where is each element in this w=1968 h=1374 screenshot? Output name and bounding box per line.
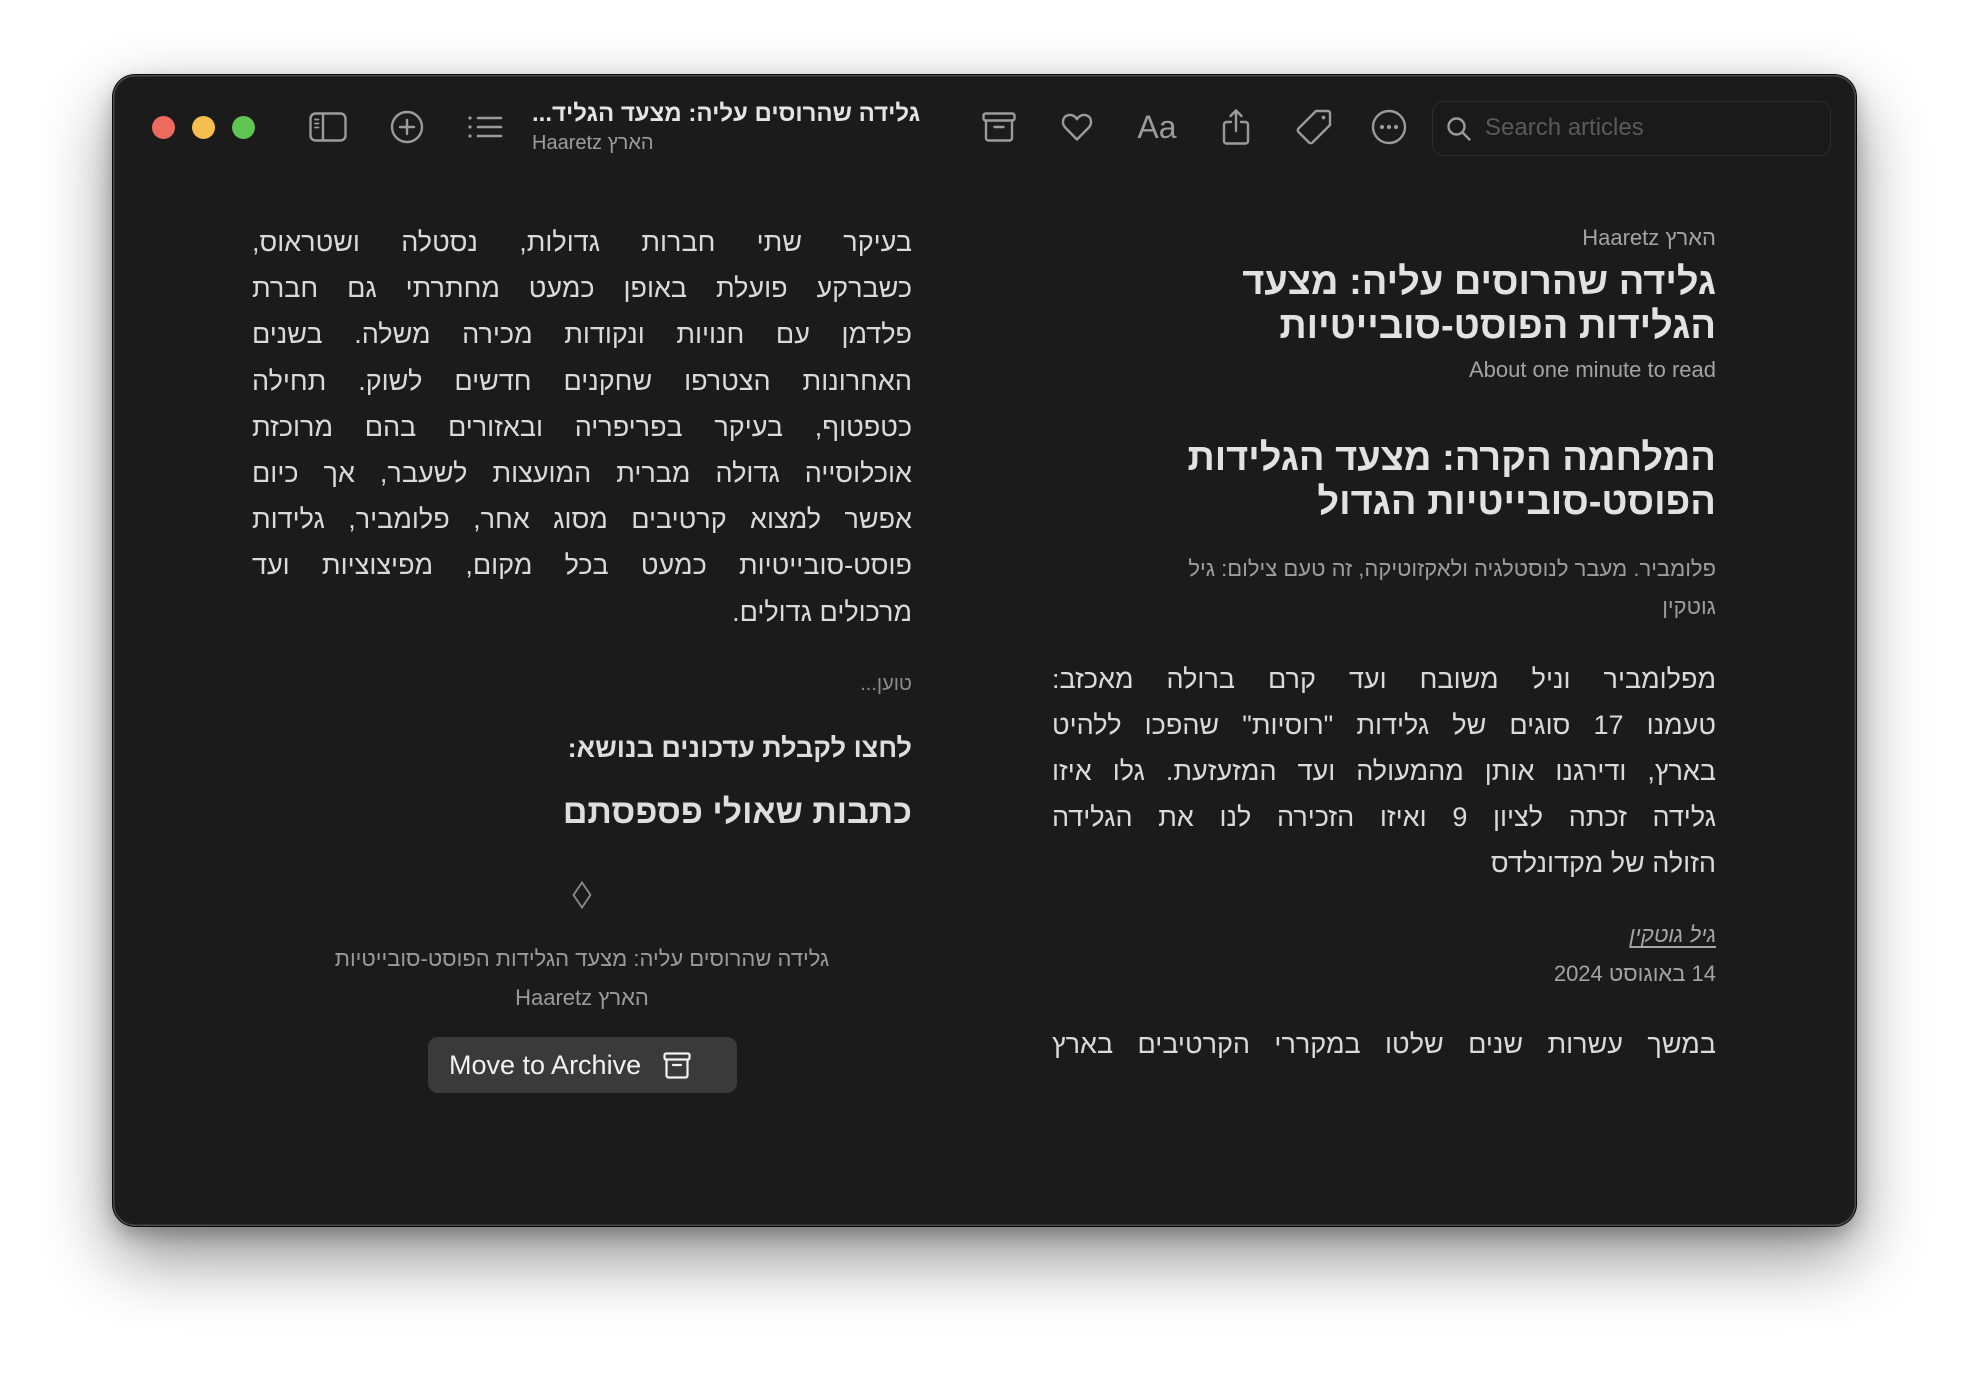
archive-icon — [663, 1051, 691, 1079]
archive-icon[interactable] — [982, 112, 1016, 142]
subheading-line: הפוסט-סובייטיות הגדול — [1317, 481, 1716, 523]
tag-icon[interactable] — [1295, 108, 1333, 146]
reader-window: גלידה שהרוסים עליה: מצעד הגליד... הארץ H… — [113, 75, 1856, 1226]
author-link[interactable]: גיל גוטקין — [1629, 922, 1716, 947]
zoom-window-button[interactable] — [231, 115, 255, 139]
intro-line: מפלומביר וניל משובח ועד קרם ברולה מאכזב: — [1052, 664, 1716, 694]
search-icon — [1446, 116, 1472, 147]
minimize-window-button[interactable] — [191, 115, 215, 139]
search-field[interactable] — [1432, 101, 1831, 156]
intro-line: הזולה של מקדונלדס — [1490, 848, 1716, 878]
body-line: פלדמן עם חנויות ונקודות מכירה משלה. בשני… — [252, 319, 912, 350]
diamond-icon — [572, 880, 592, 914]
body-line: במשך עשרות שנים שלטו במקררי הקרטיבים באר… — [1052, 1029, 1716, 1059]
subscribe-prompt[interactable]: לחצו לקבלת עדכונים בנושא: — [252, 730, 912, 766]
byline: גיל גוטקין — [1052, 920, 1716, 950]
image-caption: פלומביר. מעבר לנוסטלגיה ולאקזוטיקה, זה ט… — [1052, 550, 1716, 626]
article-intro: מפלומביר וניל משובח ועד קרם ברולה מאכזב:… — [1052, 656, 1716, 886]
more-options-icon[interactable] — [1371, 109, 1407, 145]
article-title-line: גלידה שהרוסים עליה: מצעד — [1242, 261, 1716, 303]
article-subheading: המלחמה הקרה: מצעד הגלידות הפוסט-סובייטיו… — [1052, 436, 1716, 524]
body-line: כשברקע פועלת באופן כמעט מחתרתי גם חברת — [252, 273, 912, 304]
body-line: כטפטוף, בעיקר בפריפריה ובאזורים בהם מרוכ… — [252, 411, 912, 442]
publish-date: 14 באוגוסט 2024 — [1553, 961, 1716, 986]
read-time: About one minute to read — [1468, 357, 1716, 382]
toolbar-article-title: גלידה שהרוסים עליה: מצעד הגליד... — [532, 100, 921, 127]
related-articles-heading: כתבות שאולי פספסתם — [562, 793, 912, 831]
body-line: אפשר למצוא קרטיבים מסוג אחר, פלומביר, גל… — [252, 504, 912, 535]
text-size-icon[interactable]: Aa — [1133, 105, 1181, 149]
end-article-source: הארץ Haaretz — [515, 985, 649, 1010]
body-line: מרכולים גדולים. — [732, 596, 912, 627]
body-line: האחרונות הצטרפו שחקנים חדשים לשוק. תחילה — [252, 365, 912, 396]
intro-line: בארץ, ודירגנו אותן מהמעולה ועד המזעזעת. … — [1052, 756, 1716, 786]
share-icon[interactable] — [1221, 108, 1251, 146]
add-circle-icon[interactable] — [390, 110, 424, 144]
caption-line: פלומביר. מעבר לנוסטלגיה ולאקזוטיקה, זה ט… — [1188, 556, 1716, 581]
article-source: הארץ Haaretz — [1582, 225, 1716, 250]
article-body-part-1: במשך עשרות שנים שלטו במקררי הקרטיבים באר… — [1052, 1021, 1716, 1067]
body-line: אוכלוסייה גדולה מברית המועצות לשעבר, אך … — [252, 458, 912, 489]
move-to-archive-label: Move to Archive — [449, 1049, 642, 1080]
search-input[interactable] — [1485, 102, 1815, 154]
end-article-title: גלידה שהרוסים עליה: מצעד הגלידות הפוסט-ס… — [334, 946, 830, 971]
caption-line: גוטקין — [1662, 594, 1716, 619]
close-window-button[interactable] — [151, 115, 175, 139]
loading-text: טוען... — [860, 673, 912, 695]
list-icon[interactable] — [467, 115, 503, 139]
intro-line: גלידה זכתה לציון 9 ואיזו הזכירה לנו את ה… — [1052, 802, 1717, 832]
move-to-archive-button[interactable]: Move to Archive — [428, 1037, 737, 1093]
body-line: פוסט-סובייטיות כמעט בכל מקום, מפיצוציות … — [252, 550, 912, 581]
article-body-part-2: בעיקר שתי חברות גדולות, נסטלה ושטראוס, כ… — [252, 219, 912, 635]
subheading-line: המלחמה הקרה: מצעד הגלידות — [1187, 437, 1716, 479]
toolbar-title-block: גלידה שהרוסים עליה: מצעד הגליד... הארץ H… — [532, 99, 920, 155]
article-title: גלידה שהרוסים עליה: מצעד הגלידות הפוסט-ס… — [1052, 260, 1716, 348]
heart-icon[interactable] — [1060, 112, 1094, 142]
article-title-line: הגלידות הפוסט-סובייטיות — [1279, 305, 1716, 347]
body-line: בעיקר שתי חברות גדולות, נסטלה ושטראוס, — [252, 227, 912, 257]
sidebar-toggle-icon[interactable] — [309, 112, 347, 142]
toolbar-article-source: הארץ Haaretz — [532, 132, 654, 154]
intro-line: טעמנו 17 סוגים של גלידות "רוסיות" שהפכו … — [1052, 710, 1717, 740]
